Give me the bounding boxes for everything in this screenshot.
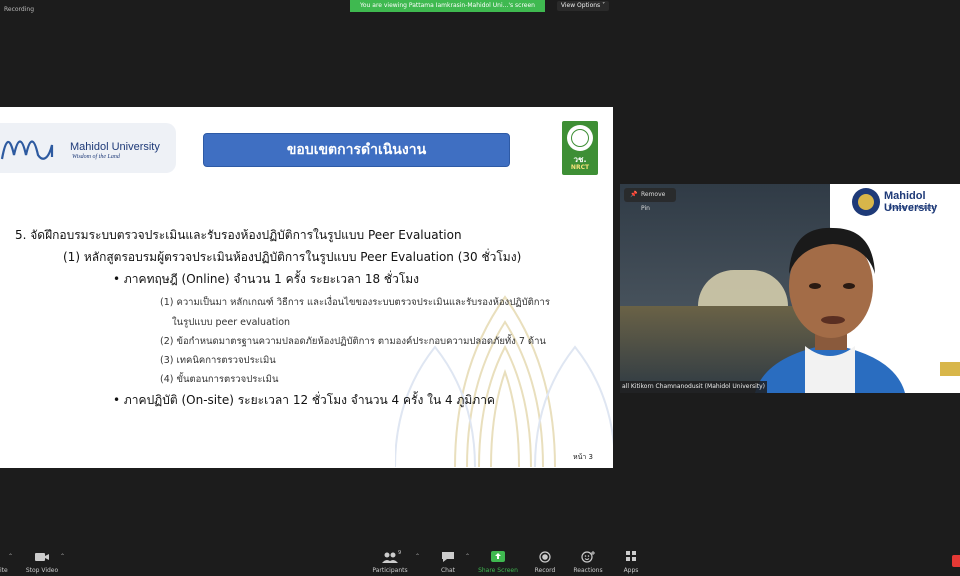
sub-item-1: (1) ความเป็นมา หลักเกณฑ์ วิธีการ และเงื่… (160, 297, 550, 308)
qs-badge (940, 362, 960, 376)
participants-label: Participants (372, 567, 408, 574)
participant-name-tag: all Kitikorn Chamnanodusit (Mahidol Univ… (620, 381, 767, 393)
stop-video-button[interactable]: Stop Video (12, 547, 72, 574)
recording-indicator: Recording (4, 6, 35, 13)
nrct-logo: วช. NRCT (562, 121, 598, 175)
university-name: Mahidol University (70, 141, 160, 153)
shared-screen-slide: Mahidol University Wisdom of the Land ขอ… (0, 107, 613, 468)
mahidol-seal-icon (852, 188, 880, 216)
participants-button[interactable]: 9 Participants (360, 547, 420, 574)
smile-plus-icon (581, 551, 595, 563)
participant-count: 9 (398, 550, 402, 556)
nrct-abbr-en: NRCT (570, 164, 590, 171)
item-5-text: 5. จัดฝึกอบรมระบบตรวจประเมินและรับรองห้อ… (15, 228, 462, 242)
theory-bullet: • ภาคทฤษฎี (Online) จำนวน 1 ครั้ง ระยะเว… (113, 272, 420, 286)
record-icon (539, 551, 551, 563)
people-icon (382, 552, 398, 563)
university-tagline: Wisdom of the Land (72, 154, 120, 160)
slide-title: ขอบเขตการดำเนินงาน (203, 133, 510, 167)
share-screen-icon (491, 551, 505, 562)
end-meeting-button[interactable] (952, 555, 960, 567)
video-options-caret[interactable]: ⌃ (60, 553, 65, 560)
overlay-university-tagline: Wisdom of the Land (888, 205, 936, 211)
practice-bullet: • ภาคปฏิบัติ (On-site) ระยะเวลา 12 ชั่วโ… (113, 393, 495, 407)
sub-item-3: (3) เทคนิคการตรวจประเมิน (160, 355, 276, 366)
stop-video-label: Stop Video (25, 567, 59, 574)
mute-label-partial: ite (0, 567, 8, 574)
sub-item-2: (2) ข้อกำหนดมาตรฐานความปลอดภัยห้องปฏิบัต… (160, 336, 546, 347)
participant-person (755, 227, 905, 393)
nrct-seal-icon (567, 125, 593, 151)
chat-bubble-icon (442, 552, 454, 562)
watermark-drop-icon (395, 295, 613, 467)
remove-pin-label: Remove Pin (641, 191, 666, 212)
remove-pin-button[interactable]: 📌 Remove Pin (624, 188, 676, 212)
apps-button[interactable]: Apps (601, 547, 661, 574)
viewing-banner: You are viewing Pattama Iamkrasin-Mahido… (350, 0, 545, 12)
apps-icon (626, 551, 636, 561)
sub-item-1-cont: ในรูปแบบ peer evaluation (172, 317, 291, 328)
video-camera-icon (35, 553, 49, 561)
item-5-1-text: (1) หลักสูตรอบรมผู้ตรวจประเมินห้องปฏิบัต… (63, 250, 522, 264)
mu-logo-mark-icon (0, 140, 54, 160)
meeting-toolbar: ite ⌃ Stop Video ⌃ 9 Participants ⌃ Chat… (0, 545, 960, 576)
apps-label: Apps (623, 567, 639, 574)
view-options-button[interactable]: View Options ˅ (557, 1, 609, 11)
pin-icon: 📌 (630, 191, 638, 198)
mahidol-logo: Mahidol University Wisdom of the Land (0, 123, 176, 173)
participant-video-tile[interactable]: Mahidol University Wisdom of the Land 📌 … (620, 184, 960, 393)
page-number: หน้า 3 (573, 453, 594, 461)
sub-item-4: (4) ขั้นตอนการตรวจประเมิน (160, 374, 279, 385)
